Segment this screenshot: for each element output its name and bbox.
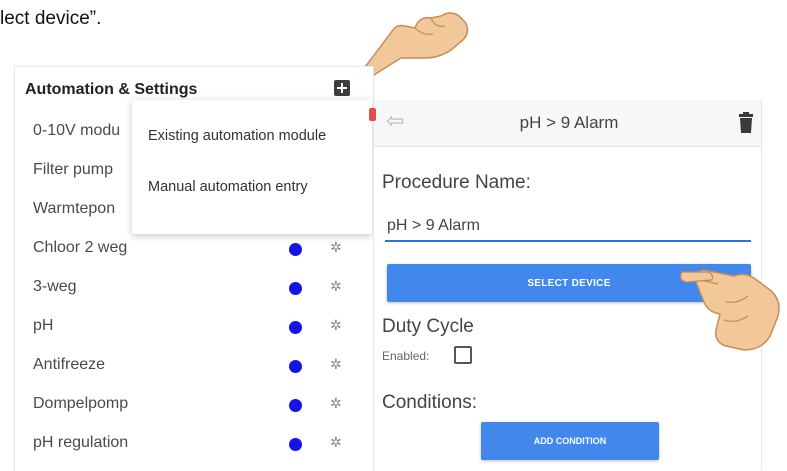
gear-icon[interactable]: ✲ [330, 318, 342, 334]
back-arrow-icon[interactable]: ⇦ [386, 109, 404, 134]
item-label: Dompelpomp [33, 395, 129, 412]
document-text: lect device”. [0, 8, 102, 29]
add-automation-menu: Existing automation module Manual automa… [132, 100, 372, 234]
menu-item-manual-entry[interactable]: Manual automation entry [148, 179, 308, 195]
menu-item-existing-module[interactable]: Existing automation module [148, 128, 326, 144]
list-item[interactable]: Chloor 2 weg ✲ [15, 230, 373, 269]
list-item[interactable]: 3-weg ✲ [15, 269, 373, 308]
list-item[interactable]: pH ✲ [15, 308, 373, 347]
panel-title: Automation & Settings [25, 81, 198, 98]
procedure-name-label: Procedure Name: [382, 172, 531, 193]
item-label: pH [33, 317, 54, 334]
item-label: 3-weg [33, 278, 77, 295]
status-dot-icon [289, 438, 302, 451]
pointing-hand-icon [680, 269, 780, 351]
editor-header: ⇦ pH > 9 Alarm [374, 100, 761, 147]
gear-icon[interactable]: ✲ [330, 240, 342, 256]
item-label: 0-10V modu [33, 122, 121, 139]
add-condition-button[interactable]: ADD CONDITION [481, 422, 659, 460]
list-item[interactable]: Dompelpomp ✲ [15, 386, 373, 425]
item-label: Warmtepon [33, 200, 116, 217]
item-label: Antifreeze [33, 356, 106, 373]
status-dot-icon [289, 282, 302, 295]
status-dot-icon [289, 399, 302, 412]
procedure-name-input[interactable] [385, 212, 751, 242]
duty-cycle-label: Duty Cycle [382, 316, 474, 337]
conditions-label: Conditions: [382, 392, 478, 413]
status-dot-icon [289, 321, 302, 334]
editor-title: pH > 9 Alarm [519, 113, 619, 132]
list-item[interactable]: pH regulation ✲ [15, 425, 373, 464]
item-label: Chloor 2 weg [33, 239, 128, 256]
status-dot-icon [289, 360, 302, 373]
gear-icon[interactable]: ✲ [330, 357, 342, 373]
gear-icon[interactable]: ✲ [330, 435, 342, 451]
trash-icon[interactable] [738, 112, 754, 134]
gear-icon[interactable]: ✲ [330, 396, 342, 412]
red-marker [369, 108, 376, 121]
enabled-checkbox[interactable] [454, 346, 472, 364]
item-label: pH regulation [33, 434, 129, 451]
list-item[interactable]: Antifreeze ✲ [15, 347, 373, 386]
enabled-label: Enabled: [382, 349, 430, 363]
gear-icon[interactable]: ✲ [330, 279, 342, 295]
item-label: Filter pump [33, 161, 114, 178]
status-dot-icon [289, 243, 302, 256]
add-automation-button[interactable] [334, 80, 350, 96]
